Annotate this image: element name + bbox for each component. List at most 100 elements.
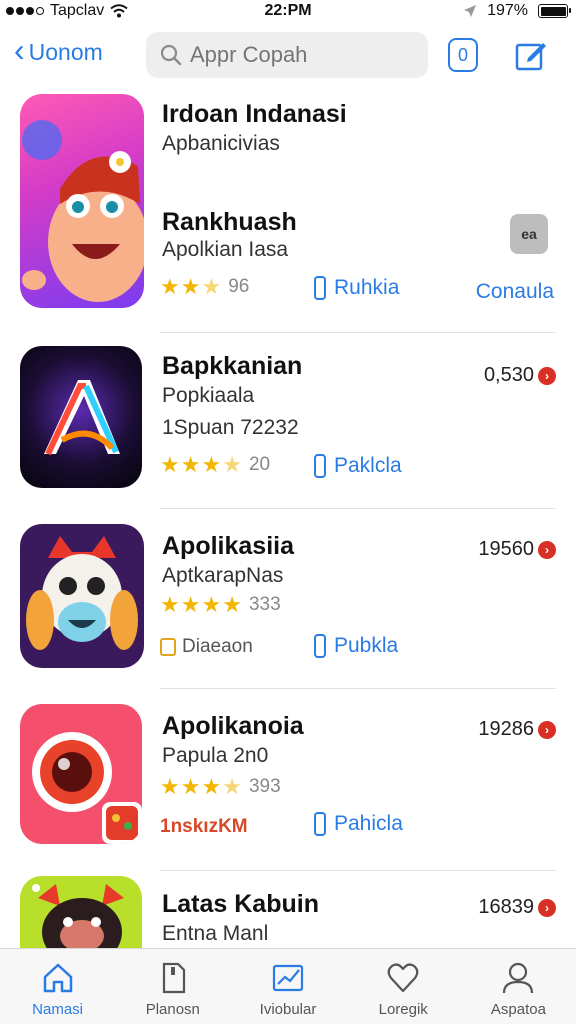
app-name: Bapkkanian xyxy=(162,352,303,380)
chart-icon xyxy=(272,964,304,992)
chevron-right-icon: › xyxy=(538,366,556,385)
tab-label: Planosn xyxy=(145,1001,200,1018)
tab-bar: Namasi Planosn Iviobular Loregik Aspatoa xyxy=(0,948,576,1024)
rating-count: 393 xyxy=(248,776,281,797)
app-subtitle: Popkiaala xyxy=(162,384,255,407)
rating-count: 20 xyxy=(248,454,271,475)
divider xyxy=(160,332,556,333)
phone-icon xyxy=(314,812,326,836)
price-button[interactable]: 16839 › xyxy=(478,896,556,919)
star-full-icon: ★ xyxy=(201,452,222,477)
app-subtitle: Papula 2n0 xyxy=(162,744,269,767)
connect-link[interactable]: Conaula xyxy=(476,280,554,304)
app-icon-camera-lens[interactable] xyxy=(20,704,142,844)
star-full-icon: ★ xyxy=(180,274,201,299)
location-arrow-icon xyxy=(464,5,477,17)
app-icon-cartoon-animal[interactable] xyxy=(20,876,142,948)
heart-icon xyxy=(387,963,419,993)
status-bar: Tapclav 22:PM 197% xyxy=(0,0,576,24)
rating: ★ ★ ★ ★ 333 xyxy=(160,594,281,616)
developer-name: Diaeaon xyxy=(182,636,253,657)
app-icon-cartoon-character[interactable] xyxy=(20,94,144,308)
search-icon xyxy=(160,44,182,66)
app-action-link[interactable]: Paklcla xyxy=(314,454,402,478)
phone-icon xyxy=(314,276,326,300)
price-label: 19286 xyxy=(478,718,534,740)
price-button[interactable]: 0,530 › xyxy=(484,364,556,387)
star-full-icon: ★ xyxy=(160,774,180,799)
list-item[interactable]: Apolikasiia AptkarapNas 19560 › ★ ★ ★ ★ … xyxy=(0,518,576,689)
rating-count: 96 xyxy=(228,276,250,297)
tab-favorites[interactable]: Loregik xyxy=(346,949,461,1024)
app-subtitle: Apbanicivias xyxy=(162,132,280,155)
star-full-icon: ★ xyxy=(160,274,180,299)
app-action-link[interactable]: Ruhkia xyxy=(314,276,399,300)
promo-label: 1nskızKM xyxy=(160,816,248,837)
app-icon-gradient-letter-a[interactable] xyxy=(20,346,142,488)
tab-label: Aspatoa xyxy=(490,1001,546,1018)
chevron-right-icon: › xyxy=(538,898,556,917)
phone-icon xyxy=(314,634,326,658)
app-name: Irdoan Indanasi xyxy=(162,100,347,128)
divider xyxy=(160,688,556,689)
list-item[interactable]: Irdoan Indanasi Apbanicivias Rankhuash A… xyxy=(0,86,576,333)
phone-icon xyxy=(314,454,326,478)
rating: ★ ★ ★ ★ 20 xyxy=(160,454,270,476)
person-icon xyxy=(503,962,534,994)
counter-icon[interactable]: 0 xyxy=(448,38,478,72)
star-full-icon: ★ xyxy=(201,592,222,617)
star-full-icon: ★ xyxy=(160,592,180,617)
star-full-icon: ★ xyxy=(180,452,201,477)
battery-percent: 197% xyxy=(487,2,528,19)
tab-home[interactable]: Namasi xyxy=(0,949,115,1024)
star-half-icon: ★ xyxy=(222,774,242,799)
price-label: 16839 xyxy=(478,896,534,918)
star-half-icon: ★ xyxy=(222,452,242,477)
app-action-label: Paklcla xyxy=(334,454,402,477)
status-right: 197% xyxy=(463,2,571,20)
app-action-label: Pubkla xyxy=(334,634,399,657)
list-item[interactable]: Latas Kabuin Entna Manl 16839 › ★ ★ ★ ★ … xyxy=(0,876,576,976)
battery-icon xyxy=(538,4,571,18)
price-label: 0,530 xyxy=(483,364,534,386)
price-label: 19560 xyxy=(478,538,534,560)
developer-label: Diaeaon xyxy=(160,636,253,658)
search-field[interactable] xyxy=(146,32,428,78)
app-action-link[interactable]: Pahicla xyxy=(314,812,403,836)
app-name: Apolikanoia xyxy=(162,712,304,740)
tab-charts[interactable]: Iviobular xyxy=(230,949,345,1024)
tab-profile[interactable]: Aspatoa xyxy=(461,949,576,1024)
chevron-right-icon: › xyxy=(538,540,556,559)
rating-count: 333 xyxy=(248,594,281,615)
star-half-icon: ★ xyxy=(201,274,222,299)
rating: ★ ★ ★ ★ 393 xyxy=(160,776,281,798)
list-item[interactable]: Bapkkanian Popkiaala 1Spuan 72232 0,530 … xyxy=(0,340,576,510)
app-name: Latas Kabuin xyxy=(162,890,319,918)
star-full-icon: ★ xyxy=(222,592,242,617)
star-full-icon: ★ xyxy=(160,452,180,477)
star-full-icon: ★ xyxy=(201,774,222,799)
back-button[interactable]: ‹ Uonom xyxy=(14,34,103,66)
counter-value: 0 xyxy=(457,44,468,65)
developer-icon xyxy=(160,638,176,656)
tab-documents[interactable]: Planosn xyxy=(115,949,230,1024)
app-icon-cartoon-dog[interactable] xyxy=(20,524,144,668)
app-action-link[interactable]: Pubkla xyxy=(314,634,398,658)
compose-icon[interactable] xyxy=(514,38,548,72)
app-action-label: Ruhkia xyxy=(334,276,400,299)
star-full-icon: ★ xyxy=(180,774,201,799)
chevron-right-icon: › xyxy=(538,720,556,739)
app-subtitle: Entna Manl xyxy=(162,922,269,945)
app-name-secondary: Rankhuash xyxy=(162,208,297,236)
document-icon xyxy=(162,962,185,994)
list-item[interactable]: Apolikanoia Papula 2n0 19286 › ★ ★ ★ ★ 3… xyxy=(0,698,576,871)
price-button[interactable]: 19286 › xyxy=(478,718,556,741)
nav-bar: ‹ Uonom 0 xyxy=(0,30,576,80)
app-action-label: Pahicla xyxy=(334,812,403,835)
star-full-icon: ★ xyxy=(180,592,201,617)
search-input[interactable] xyxy=(190,42,410,68)
tab-label: Iviobular xyxy=(259,1001,317,1018)
rating: ★ ★ ★ 96 xyxy=(160,276,249,298)
app-detail: 1Spuan 72232 xyxy=(162,416,299,439)
price-button[interactable]: 19560 › xyxy=(478,538,556,561)
